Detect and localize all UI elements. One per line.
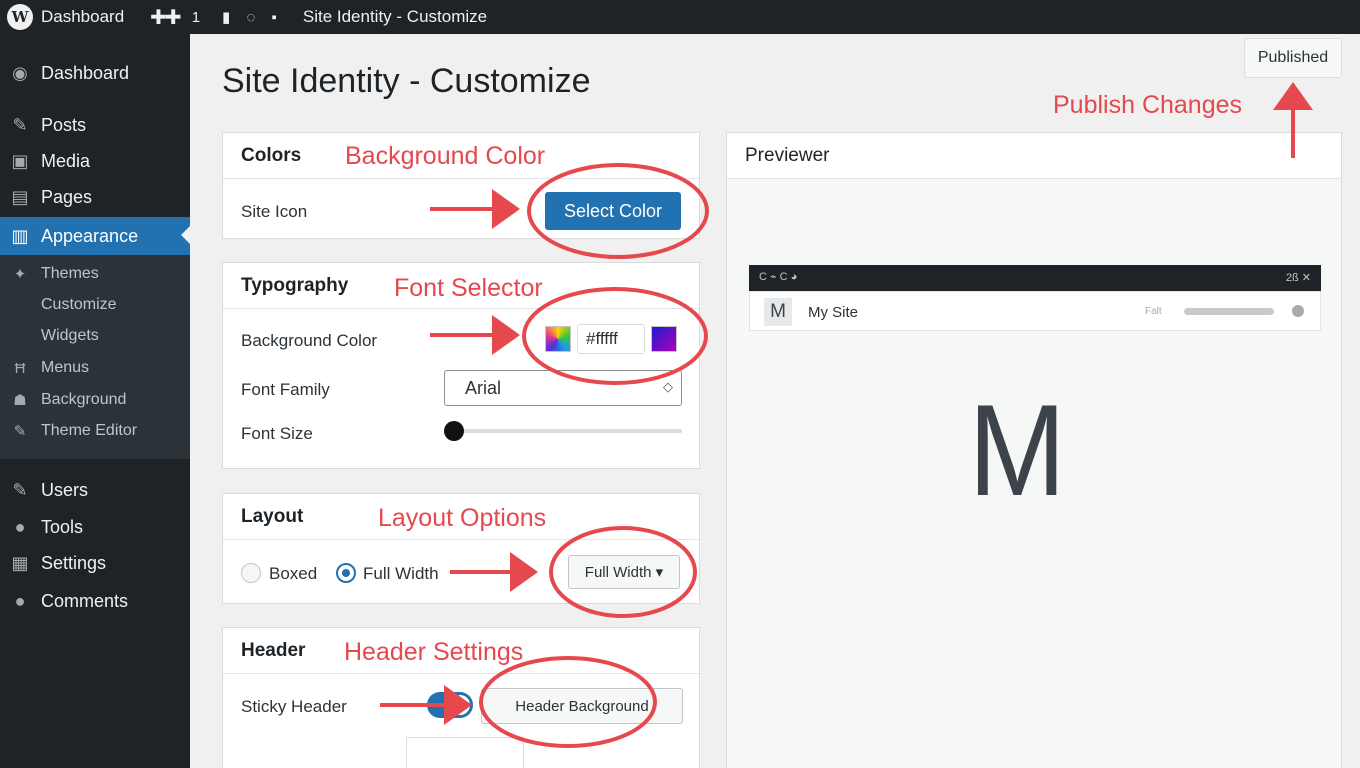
submenu-item-theme-editor[interactable]: ✎ Theme Editor: [0, 416, 190, 446]
users-icon: ✎: [12, 479, 28, 500]
font-size-slider-track[interactable]: [454, 429, 682, 433]
settings-icon: ▦: [11, 552, 29, 573]
annotation-publish-changes: Publish Changes: [1053, 91, 1243, 119]
submenu-item-background[interactable]: ☗ Background: [0, 385, 190, 415]
full-width-radio[interactable]: [336, 563, 356, 583]
font-size-slider-thumb[interactable]: [444, 421, 464, 441]
pin-icon: ✎: [12, 114, 28, 135]
background-color-label: Background Color: [241, 331, 378, 350]
boxed-radio[interactable]: [241, 563, 261, 583]
preview-search-bar: [1184, 308, 1274, 315]
sidebar-item-appearance[interactable]: ▥ Appearance: [0, 217, 190, 255]
appearance-submenu: ✦ Themes Customize Widgets Ħ Menus ☗ Backgr…: [0, 255, 190, 459]
admin-sidebar: ◉ Dashboard ✎ Posts ▣ Media ▤ Pages ▥ Appeara…: [0, 34, 190, 768]
submenu-item-label: Themes: [41, 265, 99, 282]
background-icon: ☗: [13, 392, 27, 409]
sidebar-item-comments[interactable]: ● Comments: [0, 583, 190, 619]
font-family-select[interactable]: Arial ◇: [444, 370, 682, 406]
submenu-item-label: Customize: [41, 296, 117, 313]
preview-browser-bar: C ⌁ C ◕ 2ß ✕: [749, 265, 1321, 291]
annotation-background-color: Background Color: [345, 142, 546, 170]
sidebar-item-tools[interactable]: ● Tools: [0, 509, 190, 545]
submenu-item-label: Theme Editor: [41, 422, 138, 439]
sticky-header-label: Sticky Header: [241, 697, 347, 716]
sidebar-item-settings[interactable]: ▦ Settings: [0, 545, 190, 581]
submenu-item-themes[interactable]: ✦ Themes: [0, 259, 190, 289]
sidebar-item-media[interactable]: ▣ Media: [0, 143, 190, 179]
submenu-item-customize[interactable]: Customize: [0, 290, 190, 320]
font-family-value: Arial: [465, 377, 502, 398]
previewer-heading: Previewer: [727, 133, 1341, 179]
site-icon-label: Site Icon: [241, 202, 308, 221]
selected-color-swatch[interactable]: [651, 326, 677, 352]
comments-icon: ●: [14, 590, 26, 611]
sidebar-item-label: Posts: [41, 114, 87, 135]
sidebar-item-label: Comments: [41, 590, 129, 611]
dashboard-icon: ◉: [12, 62, 28, 83]
updates-count[interactable]: 1: [192, 9, 200, 26]
tools-icon: ●: [14, 516, 26, 537]
sticky-header-toggle[interactable]: [427, 692, 473, 718]
font-family-label: Font Family: [241, 380, 330, 399]
sidebar-item-posts[interactable]: ✎ Posts: [0, 107, 190, 143]
page-title: Site Identity - Customize: [222, 62, 591, 100]
sidebar-item-users[interactable]: ✎ Users: [0, 472, 190, 508]
sidebar-item-label: Settings: [41, 552, 107, 573]
admin-bar-dashboard-link[interactable]: Dashboard: [41, 7, 124, 27]
header-extra-field[interactable]: [406, 737, 524, 768]
sidebar-item-dashboard[interactable]: ◉ Dashboard: [0, 55, 190, 91]
submenu-item-menus[interactable]: Ħ Menus: [0, 353, 190, 383]
wordpress-logo-icon[interactable]: W: [7, 4, 33, 30]
layout-dropdown-button[interactable]: Full Width ▾: [568, 555, 680, 589]
preview-window-controls[interactable]: 2ß ✕: [1286, 271, 1311, 284]
publish-button[interactable]: Published: [1244, 38, 1342, 78]
preview-site-header: M My Site Falt: [749, 291, 1321, 331]
submenu-item-label: Widgets: [41, 327, 99, 344]
sidebar-item-label: Users: [41, 479, 89, 500]
sidebar-item-label: Appearance: [41, 225, 139, 246]
menus-icon: Ħ: [14, 359, 26, 377]
full-width-radio-label[interactable]: Full Width: [363, 564, 439, 584]
submenu-item-label: Menus: [41, 359, 90, 376]
admin-bar: W Dashboard ✚✚ 1 ▮ ◌ ▪ Site Identity - C…: [0, 0, 1360, 34]
appearance-icon: ▥: [11, 225, 29, 246]
annotation-header-settings: Header Settings: [344, 638, 524, 666]
preview-site-name: My Site: [808, 304, 859, 321]
preview-large-logo: M: [968, 377, 1066, 523]
admin-bar-page-title: Site Identity - Customize: [302, 7, 488, 26]
color-spectrum-swatch[interactable]: [545, 326, 571, 352]
preview-browser-controls[interactable]: C ⌁ C ◕: [759, 270, 797, 283]
preview-site-logo: M: [764, 298, 792, 326]
submenu-item-widgets[interactable]: Widgets: [0, 321, 190, 351]
preview-header-hint: Falt: [1145, 306, 1162, 317]
preview-account-icon: [1292, 305, 1304, 317]
editor-icon: ✎: [13, 423, 27, 440]
previewer-panel: Previewer C ⌁ C ◕ 2ß ✕ M My Site Falt M: [726, 132, 1342, 768]
new-content-icon[interactable]: ✚✚: [150, 5, 181, 30]
font-size-label: Font Size: [241, 424, 313, 443]
header-background-button[interactable]: Header Background: [481, 688, 683, 724]
select-arrows-icon: ◇: [663, 379, 673, 394]
annotation-font-selector: Font Selector: [394, 274, 543, 302]
sidebar-item-pages[interactable]: ▤ Pages: [0, 179, 190, 215]
admin-bar-tool-icons[interactable]: ▮ ◌ ▪: [222, 8, 283, 26]
annotation-layout-options: Layout Options: [378, 504, 547, 532]
pages-icon: ▤: [11, 186, 29, 207]
select-color-button[interactable]: Select Color: [545, 192, 681, 230]
hex-color-input[interactable]: [577, 324, 645, 354]
submenu-item-label: Background: [41, 391, 127, 408]
sidebar-item-label: Media: [41, 150, 91, 171]
sidebar-item-label: Dashboard: [41, 62, 130, 83]
boxed-radio-label[interactable]: Boxed: [269, 564, 317, 584]
themes-icon: ✦: [13, 266, 27, 283]
media-icon: ▣: [11, 150, 29, 171]
sidebar-item-label: Tools: [41, 516, 84, 537]
sidebar-item-label: Pages: [41, 186, 93, 207]
